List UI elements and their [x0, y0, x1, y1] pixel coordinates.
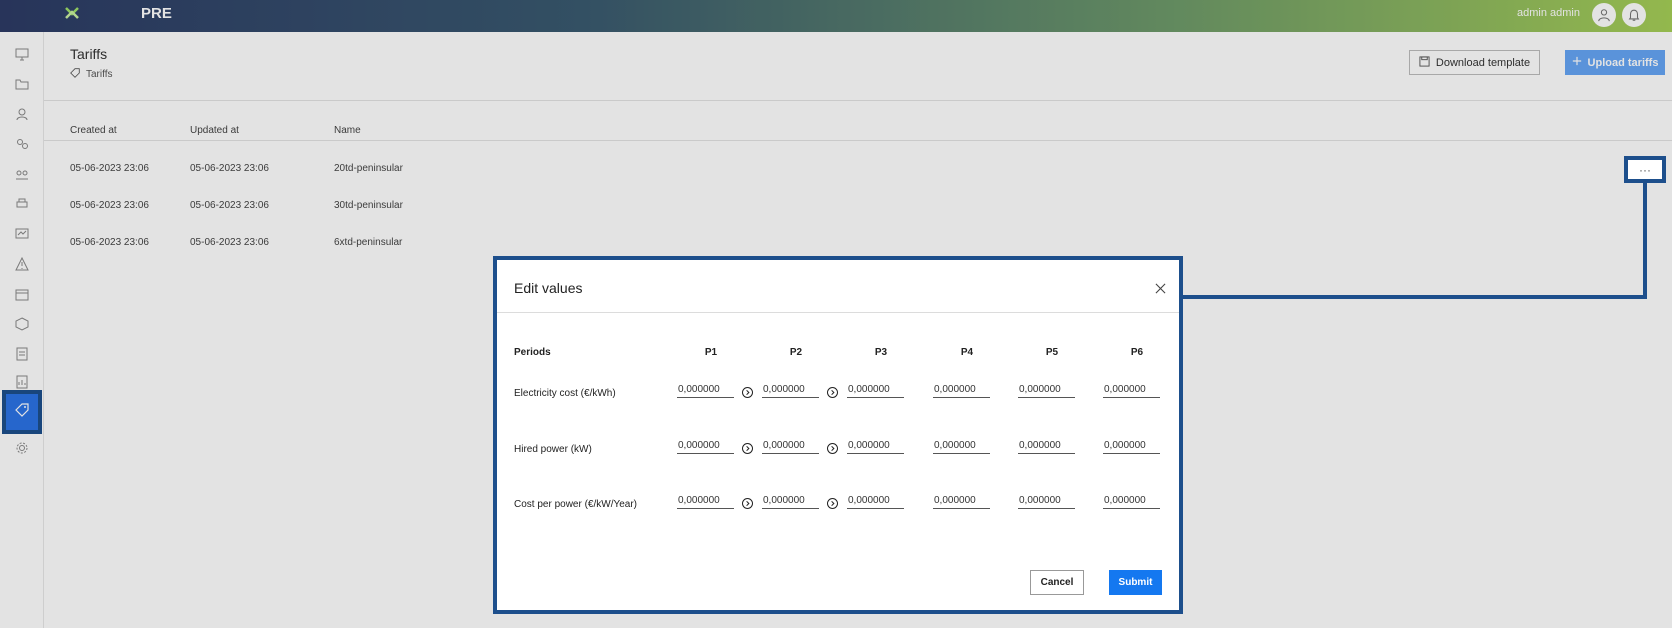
- submit-button[interactable]: Submit: [1109, 570, 1162, 595]
- period-header-p1: P1: [704, 347, 718, 358]
- copy-right-icon[interactable]: [827, 443, 838, 454]
- value-input[interactable]: 0,000000: [1103, 495, 1160, 509]
- value-input[interactable]: 0,000000: [1018, 440, 1075, 454]
- value-input[interactable]: 0,000000: [677, 440, 734, 454]
- value-input[interactable]: 0,000000: [847, 495, 904, 509]
- copy-right-icon[interactable]: [827, 498, 838, 509]
- value-input[interactable]: 0,000000: [933, 440, 990, 454]
- row-label-hired-power: Hired power (kW): [514, 444, 592, 455]
- value-input[interactable]: 0,000000: [1018, 384, 1075, 398]
- edit-values-dialog: Edit values Periods P1 P2 P3 P4 P5 P6 El…: [493, 256, 1183, 614]
- value-input[interactable]: 0,000000: [1018, 495, 1075, 509]
- connector-line: [1643, 183, 1647, 299]
- value-input[interactable]: 0,000000: [1103, 440, 1160, 454]
- periods-label: Periods: [514, 347, 551, 358]
- dialog-title: Edit values: [514, 280, 583, 296]
- period-header-p5: P5: [1045, 347, 1059, 358]
- copy-right-icon[interactable]: [742, 498, 753, 509]
- value-input[interactable]: 0,000000: [677, 495, 734, 509]
- value-input[interactable]: 0,000000: [847, 440, 904, 454]
- value-input[interactable]: 0,000000: [762, 384, 819, 398]
- dialog-divider: [497, 312, 1179, 313]
- period-header-p3: P3: [874, 347, 888, 358]
- value-input[interactable]: 0,000000: [1103, 384, 1160, 398]
- row-label-cost-per-power: Cost per power (€/kW/Year): [514, 499, 638, 510]
- connector-line: [1181, 295, 1647, 299]
- value-input[interactable]: 0,000000: [847, 384, 904, 398]
- close-icon[interactable]: [1152, 280, 1168, 296]
- copy-right-icon[interactable]: [742, 387, 753, 398]
- value-input[interactable]: 0,000000: [933, 495, 990, 509]
- value-input[interactable]: 0,000000: [933, 384, 990, 398]
- more-icon: ···: [1639, 162, 1651, 177]
- period-header-p2: P2: [789, 347, 803, 358]
- period-header-p4: P4: [960, 347, 974, 358]
- value-input[interactable]: 0,000000: [762, 440, 819, 454]
- row-label-electricity-cost: Electricity cost (€/kWh): [514, 388, 616, 399]
- row-actions-button[interactable]: ···: [1624, 156, 1666, 183]
- cancel-button[interactable]: Cancel: [1030, 570, 1084, 595]
- period-header-p6: P6: [1130, 347, 1144, 358]
- copy-right-icon[interactable]: [742, 443, 753, 454]
- value-input[interactable]: 0,000000: [762, 495, 819, 509]
- value-input[interactable]: 0,000000: [677, 384, 734, 398]
- copy-right-icon[interactable]: [827, 387, 838, 398]
